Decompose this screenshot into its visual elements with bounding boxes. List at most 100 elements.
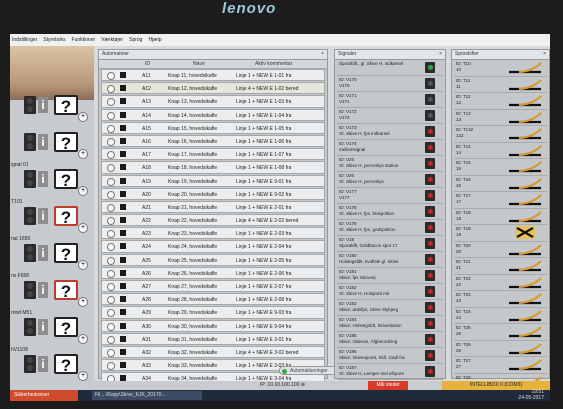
row-checkbox[interactable]: [120, 230, 126, 237]
turnout-row[interactable]: ID: T27 27: [454, 357, 547, 374]
unknown-state-icon[interactable]: ?: [54, 280, 78, 301]
automation-row[interactable]: A23 Knap 23, hovedsikafle Linje 1 + NEW E …: [101, 227, 325, 240]
turnout-row[interactable]: ID: T21 21: [454, 258, 547, 275]
row-checkbox[interactable]: [120, 335, 126, 342]
signal-lamp-icon[interactable]: [425, 110, 435, 121]
signal-row[interactable]: ID: V182 Gl. Skive H, Holspord mit: [337, 284, 443, 300]
expand-icon[interactable]: [107, 203, 115, 212]
signal-row[interactable]: ID: V171 V171: [337, 92, 443, 108]
row-checkbox[interactable]: [120, 296, 126, 303]
automation-row[interactable]: A18 Knap 18, hovedsikafle Linje 1 + NEW E …: [101, 161, 325, 174]
expand-icon[interactable]: [107, 190, 115, 199]
automation-row[interactable]: A28 Knap 28, hovedsikafle Linje 1 + NEW E …: [101, 293, 325, 306]
turnout-row[interactable]: ID: T11 11: [454, 77, 547, 93]
turnout-row[interactable]: ID: T13 13: [454, 110, 547, 126]
expand-icon[interactable]: [107, 230, 115, 239]
expand-icon[interactable]: [107, 296, 115, 305]
automation-row[interactable]: A30 Knap 30, hovedsikafle Linje 1 + NEW E …: [101, 319, 325, 332]
signal-row[interactable]: ID: V18 Sporafdlt, Goldbacon spor 17: [337, 236, 443, 252]
row-checkbox[interactable]: [120, 362, 126, 369]
signal-row[interactable]: ID: V184 Skive, Holstegsfdt, Skivestation: [337, 316, 443, 332]
signal-lamp-icon[interactable]: [425, 334, 435, 345]
row-checkbox[interactable]: [120, 348, 126, 355]
mode-indicator[interactable]: Mål stedet: [368, 381, 408, 390]
unknown-state-icon[interactable]: ?: [54, 95, 78, 116]
info-icon[interactable]: i: [38, 245, 48, 261]
taskbar-task[interactable]: Fil ...\Rapp\Skive_KJK_20170...: [92, 391, 202, 400]
signal-lamp-icon[interactable]: [425, 126, 435, 137]
expand-icon[interactable]: [107, 335, 115, 344]
add-icon[interactable]: +: [78, 112, 88, 122]
row-checkbox[interactable]: [120, 164, 126, 171]
signal-row[interactable]: ID: V181 Skive, fps Skovvej: [337, 268, 443, 284]
row-checkbox[interactable]: [120, 177, 126, 184]
unknown-state-icon[interactable]: ?: [54, 354, 78, 375]
expand-icon[interactable]: [107, 348, 115, 357]
automation-row[interactable]: A21 Knap 21, hovedsikafle Linje 1 + NEW E …: [101, 200, 325, 214]
row-checkbox[interactable]: [120, 72, 126, 78]
signal-lamp-icon[interactable]: [425, 158, 435, 169]
automation-row[interactable]: A19 Knap 19, hovedsikafle Linje 1 + NEW E …: [101, 174, 325, 187]
turnout-row[interactable]: ID: T20 20: [454, 242, 547, 258]
close-icon[interactable]: ×: [439, 50, 442, 59]
signal-icon[interactable]: [24, 355, 36, 373]
turnout-row[interactable]: ID: T14 14: [454, 143, 547, 159]
signal-lamp-icon[interactable]: [425, 206, 435, 217]
unknown-state-icon[interactable]: ?: [54, 243, 78, 264]
signal-icon[interactable]: [24, 207, 36, 225]
signal-lamp-icon[interactable]: [425, 62, 435, 73]
add-icon[interactable]: +: [78, 186, 88, 196]
column-id[interactable]: ID: [99, 60, 150, 68]
expand-icon[interactable]: [107, 217, 115, 226]
signal-lamp-icon[interactable]: [425, 286, 435, 297]
row-checkbox[interactable]: [120, 137, 126, 144]
signal-row[interactable]: Sporafdlt., gl. Skive H, indkørsel: [337, 60, 443, 76]
signal-row[interactable]: ID: V180 Holstegsfdlt, kvaftsle gl. Skive: [337, 252, 443, 268]
turnout-row[interactable]: ID: T23 23: [454, 291, 547, 308]
row-checkbox[interactable]: [120, 322, 126, 329]
expand-icon[interactable]: [107, 309, 115, 318]
expand-icon[interactable]: [107, 137, 115, 146]
expand-icon[interactable]: [107, 283, 115, 291]
turnout-row[interactable]: ID: T22 22: [454, 275, 547, 291]
menu-item-help[interactable]: Hjælp: [148, 37, 161, 43]
signal-lamp-icon[interactable]: [425, 254, 435, 265]
signal-lamp-icon[interactable]: [425, 302, 435, 313]
signal-row[interactable]: ID: V179 Gl. Skive H, fps, godspoltion: [337, 220, 443, 236]
automation-row[interactable]: A11 Knap 11, hovedsikafle Linje 1 + NEW E …: [101, 69, 325, 82]
signal-row[interactable]: ID: V172 V172: [337, 108, 443, 124]
automation-row[interactable]: A12 Knap 12, hovedsikafle Linje 4 + NEW E …: [101, 82, 325, 95]
expand-icon[interactable]: [107, 322, 115, 331]
unknown-state-icon[interactable]: ?: [54, 206, 78, 227]
signal-lamp-icon[interactable]: [425, 350, 435, 361]
turnout-row[interactable]: ID: T19 19: [454, 225, 547, 242]
menu-item-controlbox[interactable]: Styreboks: [43, 37, 65, 43]
automation-row[interactable]: A32 Knap 32, hovedsikafle Linje 4 + NEW E …: [101, 345, 325, 359]
row-checkbox[interactable]: [120, 111, 126, 118]
menu-item-language[interactable]: Sprog: [129, 37, 142, 43]
expand-icon[interactable]: [107, 362, 115, 371]
signal-icon[interactable]: [24, 318, 36, 336]
signal-row[interactable]: ID: V174 mellemsignal: [337, 140, 443, 156]
signal-row[interactable]: ID: V187 Gl. Skive H, Lemper mel afspore: [337, 364, 443, 380]
row-checkbox[interactable]: [120, 269, 126, 276]
row-checkbox[interactable]: [120, 256, 126, 263]
automation-row[interactable]: A22 Knap 22, hovedsikafle Linje 4 + NEW E …: [101, 214, 325, 227]
turnout-row[interactable]: ID: T132 132: [454, 126, 547, 143]
signal-row[interactable]: ID: V170 V170: [337, 76, 443, 92]
add-icon[interactable]: +: [78, 297, 88, 307]
unknown-state-icon[interactable]: ?: [54, 169, 78, 190]
automation-row[interactable]: A13 Knap 13, hovedsikafle Linje 1 + NEW E …: [101, 95, 325, 108]
automation-row[interactable]: A20 Knap 20, hovedsikafle Linje 1 + NEW E …: [101, 187, 325, 200]
automation-row[interactable]: A29 Knap 29, hovedsikafle Linje 1 + NEW E …: [101, 306, 325, 319]
signal-lamp-icon[interactable]: [425, 270, 435, 281]
expand-icon[interactable]: [107, 72, 115, 80]
add-icon[interactable]: +: [78, 371, 88, 381]
row-checkbox[interactable]: [120, 98, 126, 105]
add-icon[interactable]: +: [78, 334, 88, 344]
info-icon[interactable]: i: [38, 171, 48, 187]
column-comment[interactable]: Aktiv kommentar: [229, 60, 292, 68]
signal-lamp-icon[interactable]: [425, 174, 435, 185]
info-icon[interactable]: i: [38, 208, 48, 224]
turnout-row[interactable]: ID: T17 17: [454, 192, 547, 209]
